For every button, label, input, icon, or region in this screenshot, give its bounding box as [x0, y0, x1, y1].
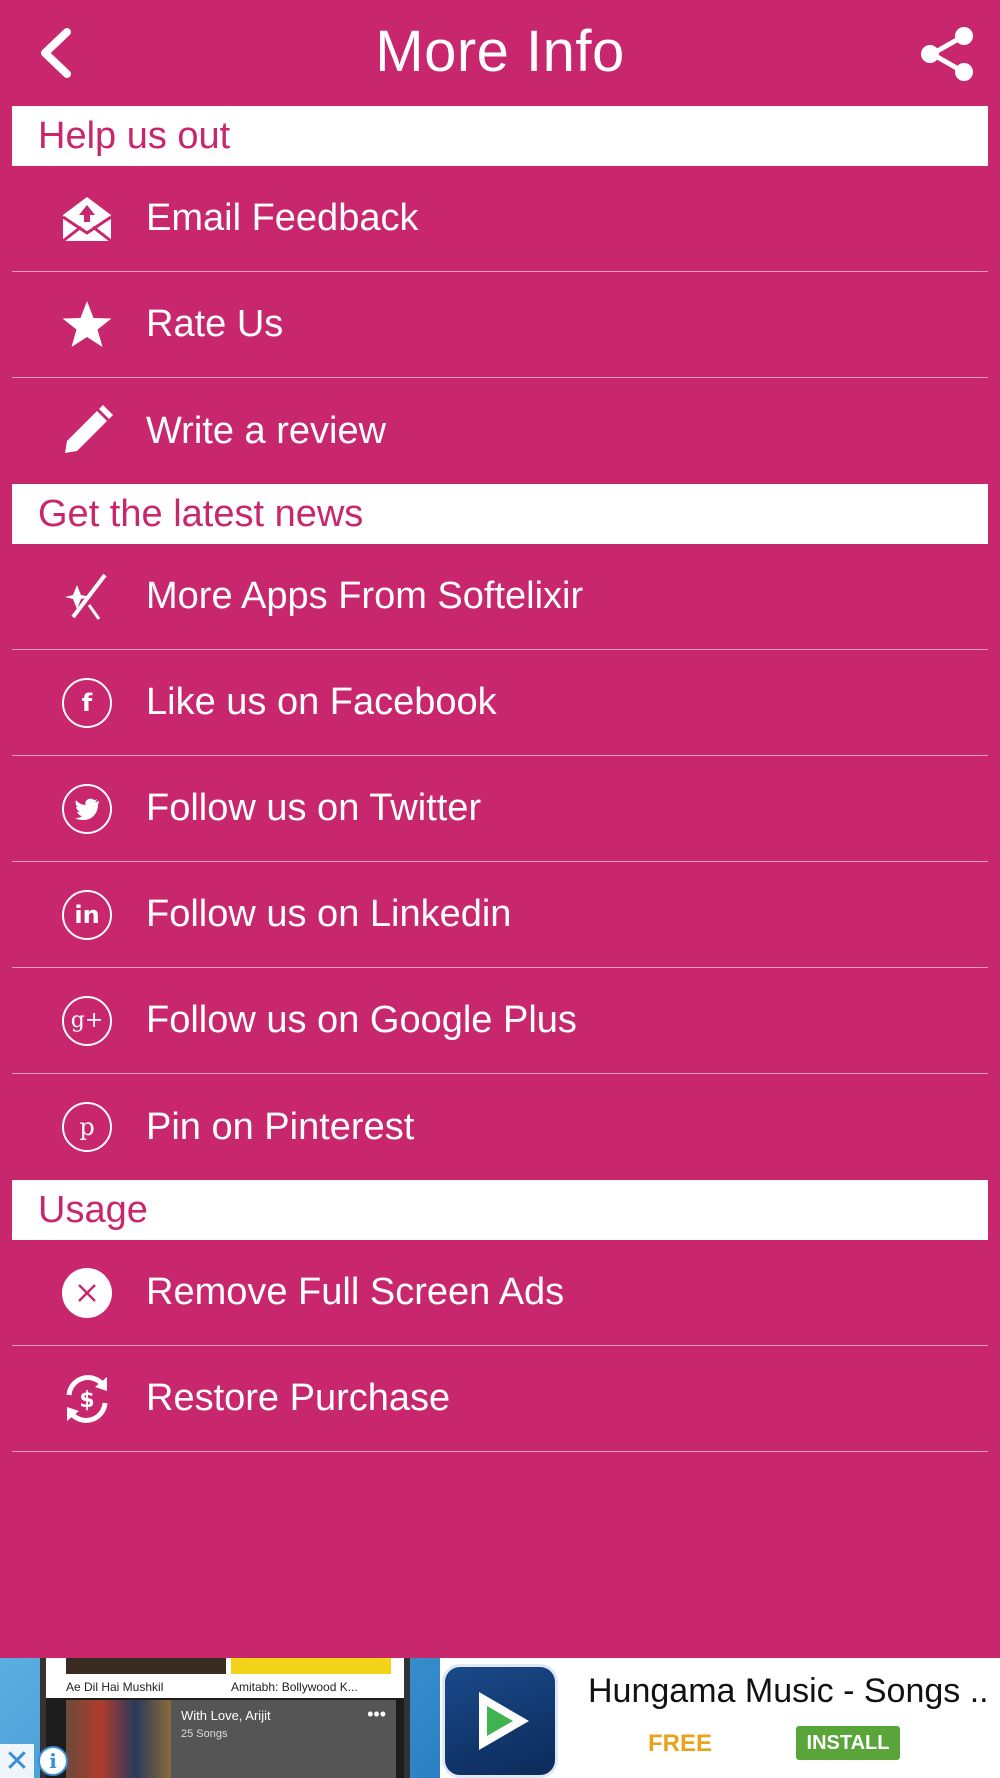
row-label: Rate Us: [146, 303, 284, 345]
remove-ads-row[interactable]: Remove Full Screen Ads: [12, 1240, 988, 1346]
row-label: More Apps From Softelixir: [146, 575, 584, 617]
ad-banner[interactable]: Ae Dil Hai Mushkil Amitabh: Bollywood K.…: [0, 1658, 1000, 1778]
more-dots-icon: •••: [367, 1704, 386, 1724]
ad-app-icon[interactable]: [442, 1664, 558, 1778]
sparkle-icon: [59, 569, 115, 625]
row-label: Follow us on Linkedin: [146, 893, 512, 935]
page-title: More Info: [375, 19, 625, 84]
google-plus-row[interactable]: g+ Follow us on Google Plus: [12, 968, 988, 1074]
ad-price: FREE: [648, 1730, 713, 1757]
svg-text:$: $: [79, 1388, 94, 1413]
section-header-help: Help us out: [12, 106, 988, 166]
row-label: Restore Purchase: [146, 1377, 451, 1419]
restore-purchase-row[interactable]: $ Restore Purchase: [12, 1346, 988, 1452]
ad-album-1: Ae Dil Hai Mushkil: [66, 1680, 164, 1694]
section-header-news: Get the latest news: [12, 484, 988, 544]
ad-install-button[interactable]: INSTALL: [796, 1726, 900, 1760]
nav-bar: More Info: [0, 0, 1000, 106]
ad-album-thumbnails: [66, 1700, 171, 1778]
row-label: Email Feedback: [146, 197, 419, 239]
more-apps-row[interactable]: More Apps From Softelixir: [12, 544, 988, 650]
close-circle-icon: [59, 1265, 115, 1321]
play-icon: [479, 1692, 529, 1750]
share-icon: [921, 27, 973, 81]
row-label: Write a review: [146, 409, 387, 452]
pinterest-row[interactable]: p Pin on Pinterest: [12, 1074, 988, 1180]
rate-us-row[interactable]: Rate Us: [12, 272, 988, 378]
ad-app-title[interactable]: Hungama Music - Songs ...: [588, 1672, 988, 1711]
star-icon: [59, 297, 115, 353]
row-label: Follow us on Google Plus: [146, 999, 577, 1041]
row-label: Remove Full Screen Ads: [146, 1271, 565, 1313]
row-label: Pin on Pinterest: [146, 1105, 415, 1148]
row-label: Follow us on Twitter: [146, 787, 482, 829]
write-review-row[interactable]: Write a review: [12, 378, 988, 484]
restore-purchase-icon: $: [59, 1371, 115, 1427]
ad-album-2: Amitabh: Bollywood K...: [231, 1680, 358, 1694]
facebook-icon: f: [59, 675, 115, 731]
ad-info-icon[interactable]: i: [38, 1746, 68, 1776]
section-header-usage: Usage: [12, 1180, 988, 1240]
linkedin-icon: in: [59, 887, 115, 943]
pinterest-icon: p: [59, 1099, 115, 1155]
google-plus-icon: g+: [59, 993, 115, 1049]
ad-playlist-count: 25 Songs: [181, 1728, 228, 1740]
ad-close-icon[interactable]: ✕: [0, 1744, 34, 1778]
share-button[interactable]: [916, 24, 978, 84]
twitter-row[interactable]: Follow us on Twitter: [12, 756, 988, 862]
twitter-icon: [59, 781, 115, 837]
pencil-icon: [59, 403, 115, 459]
email-feedback-row[interactable]: Email Feedback: [12, 166, 988, 272]
ad-phone-screenshot: Ae Dil Hai Mushkil Amitabh: Bollywood K.…: [40, 1658, 410, 1778]
email-icon: [59, 191, 115, 247]
facebook-row[interactable]: f Like us on Facebook: [12, 650, 988, 756]
row-label: Like us on Facebook: [146, 681, 497, 723]
settings-list: Help us out Email Feedback Rate Us Write…: [12, 106, 988, 1452]
linkedin-row[interactable]: in Follow us on Linkedin: [12, 862, 988, 968]
ad-playlist-title: With Love, Arijit: [181, 1708, 271, 1723]
